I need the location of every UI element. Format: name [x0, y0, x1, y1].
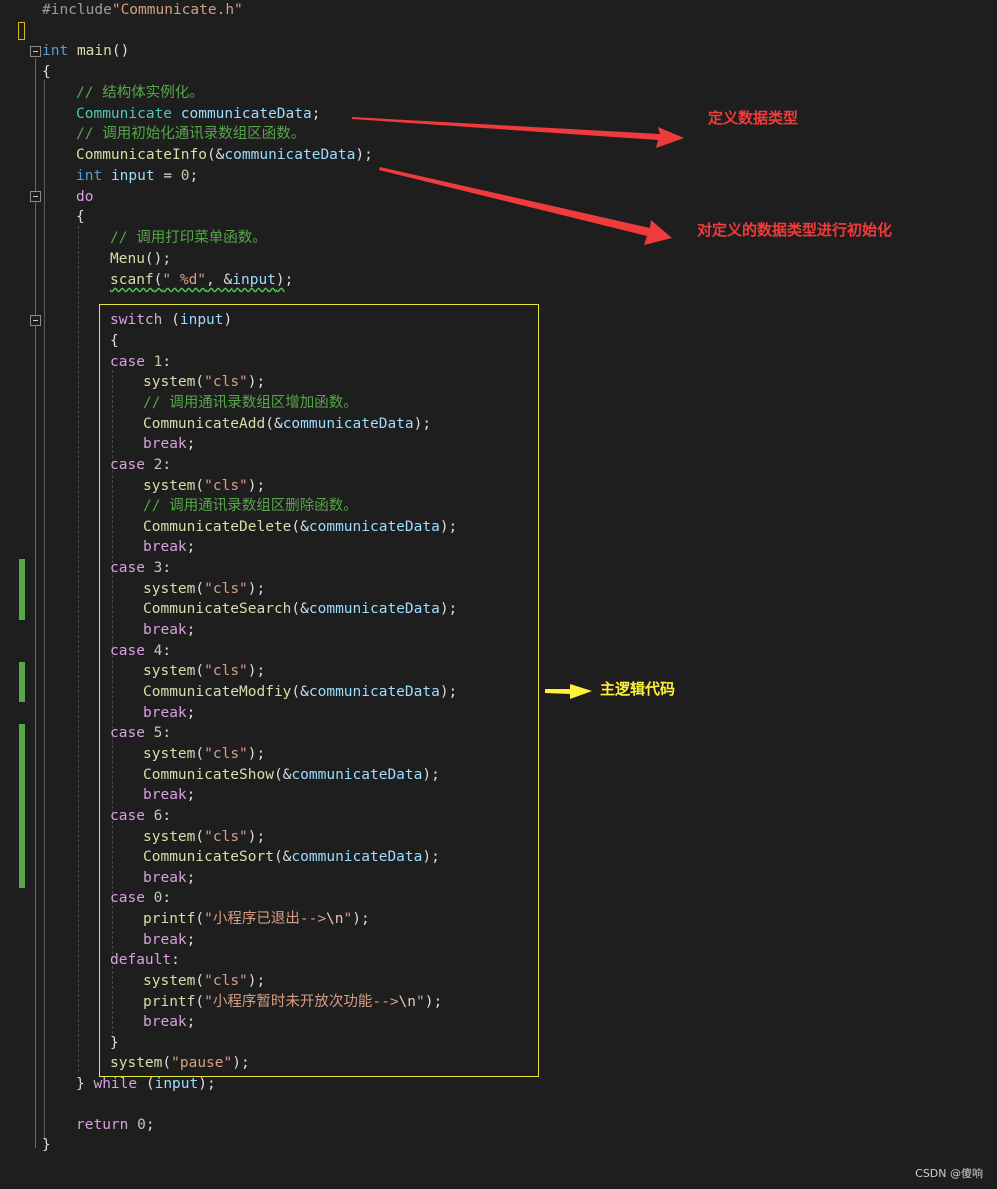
annotation-init-type: 对定义的数据类型进行初始化: [697, 221, 893, 239]
annotation-arrows: [352, 117, 684, 699]
arrow-main-logic: [545, 684, 592, 699]
annotation-define-type: 定义数据类型: [708, 109, 799, 127]
arrow-define-type: [352, 117, 684, 148]
annotation-main-logic: 主逻辑代码: [600, 680, 676, 698]
watermark: CSDN @傻响: [915, 1167, 983, 1180]
arrow-init-type: [379, 167, 672, 245]
